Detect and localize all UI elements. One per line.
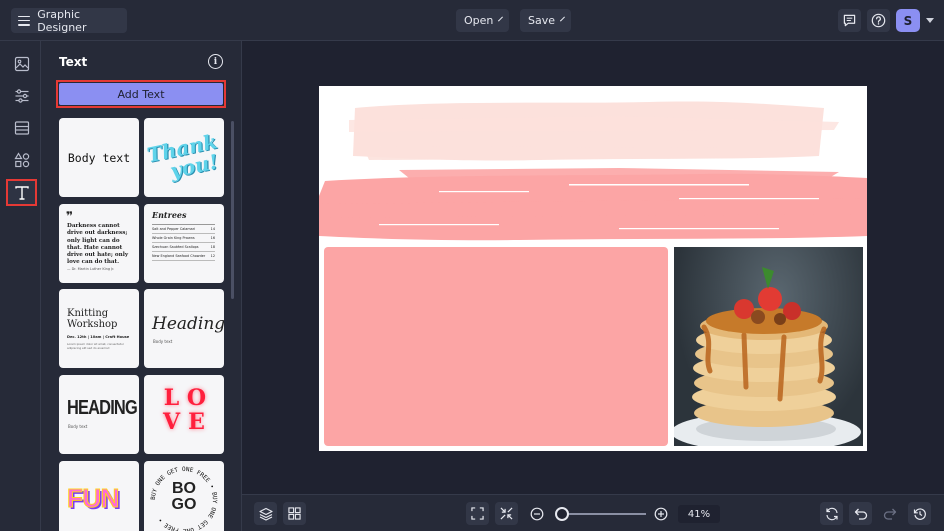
undo-icon bbox=[854, 508, 867, 520]
text-preset-fun[interactable]: FUN bbox=[59, 461, 139, 531]
zoom-level-value[interactable]: 41% bbox=[678, 505, 720, 523]
text-icon bbox=[14, 185, 29, 200]
rail-item-images[interactable] bbox=[6, 50, 37, 77]
refresh-icon bbox=[825, 507, 838, 520]
heading-script-title: Heading bbox=[152, 314, 224, 334]
hamburger-menu-icon bbox=[18, 15, 31, 26]
fun-text: FUN bbox=[67, 483, 120, 514]
love-letter: L bbox=[163, 385, 180, 411]
layout-icon bbox=[14, 120, 29, 135]
menu-row: Salt and Pepper Calamari 14 bbox=[152, 225, 215, 234]
app-title: Graphic Designer bbox=[37, 7, 87, 34]
text-preset-love[interactable]: L O V E bbox=[144, 375, 224, 454]
image-icon bbox=[14, 56, 29, 71]
layers-button[interactable] bbox=[254, 502, 277, 525]
design-canvas[interactable] bbox=[319, 86, 867, 451]
zoom-slider-track[interactable] bbox=[562, 513, 646, 515]
love-letter: E bbox=[188, 409, 205, 435]
quote-author: — Dr. Martin Luther King Jr. bbox=[67, 267, 115, 271]
zoom-out-button[interactable] bbox=[525, 502, 548, 525]
workshop-title-line2: Workshop bbox=[67, 318, 118, 330]
reset-button[interactable] bbox=[820, 502, 843, 525]
love-letter: O bbox=[186, 385, 207, 411]
info-icon[interactable]: i bbox=[208, 54, 223, 69]
menu-rows: Salt and Pepper Calamari 14 Whole Grain K… bbox=[152, 224, 215, 261]
text-preset-thank-you[interactable]: Thank you! bbox=[144, 118, 224, 197]
expand-icon bbox=[471, 507, 484, 520]
redo-button[interactable] bbox=[878, 502, 901, 525]
chevron-down-icon bbox=[560, 16, 565, 22]
pancake-stack-image bbox=[674, 267, 861, 446]
tool-rail bbox=[0, 41, 41, 531]
heading-script-sub: Body text bbox=[153, 339, 173, 344]
app-menu-button[interactable]: Graphic Designer bbox=[11, 7, 127, 34]
panel-scrollbar[interactable] bbox=[231, 121, 234, 299]
heading-bold-title: HEADING bbox=[67, 397, 138, 419]
zoom-in-button[interactable] bbox=[649, 502, 672, 525]
text-preset-workshop[interactable]: Knitting Workshop Dec. 12th | 10am | Cra… bbox=[59, 289, 139, 368]
pink-text-box[interactable] bbox=[324, 247, 668, 446]
text-preset-quote[interactable]: ❞ Darkness cannot drive out darkness; on… bbox=[59, 204, 139, 283]
zoom-slider-thumb[interactable] bbox=[555, 507, 569, 521]
help-icon bbox=[871, 13, 886, 28]
layers-icon bbox=[258, 507, 273, 521]
heading-bold-sub: Body text bbox=[68, 424, 88, 429]
love-letter: V bbox=[162, 409, 181, 435]
text-panel: Text i Add Text Body text Thank you! ❞ D… bbox=[41, 41, 242, 531]
rail-item-graphics[interactable] bbox=[6, 146, 37, 173]
undo-button[interactable] bbox=[849, 502, 872, 525]
history-icon bbox=[913, 507, 926, 520]
bogo-line1: BO bbox=[172, 480, 196, 497]
save-label: Save bbox=[528, 14, 556, 27]
text-preset-heading-script[interactable]: Heading Body text bbox=[144, 289, 224, 368]
text-preset-bogo[interactable]: BUY ONE GET ONE FREE • BUY ONE GET ONE F… bbox=[144, 461, 224, 531]
workshop-details: Dec. 12th | 10am | Craft House bbox=[67, 335, 130, 339]
pancake-photo[interactable] bbox=[674, 247, 863, 446]
pink-brush-stroke bbox=[319, 168, 867, 241]
text-preset-menu[interactable]: Entrees Salt and Pepper Calamari 14 Whole… bbox=[144, 204, 224, 283]
rail-item-layouts[interactable] bbox=[6, 114, 37, 141]
zoom-out-icon bbox=[530, 507, 543, 520]
grid-icon bbox=[288, 507, 301, 520]
add-text-highlight: Add Text bbox=[56, 80, 226, 108]
redo-icon bbox=[883, 508, 896, 520]
menu-row: New England Seafood Chowder 12 bbox=[152, 252, 215, 261]
save-menu-button[interactable]: Save bbox=[520, 9, 571, 32]
help-button[interactable] bbox=[867, 9, 890, 32]
open-menu-button[interactable]: Open bbox=[456, 9, 509, 32]
grid-view-button[interactable] bbox=[283, 502, 306, 525]
zoom-in-icon bbox=[654, 507, 667, 520]
comments-button[interactable] bbox=[838, 9, 861, 32]
text-preset-heading-bold[interactable]: HEADING Body text bbox=[59, 375, 139, 454]
bottom-toolbar: 41% bbox=[242, 494, 944, 531]
fit-to-screen-button[interactable] bbox=[466, 502, 489, 525]
bogo-line2: GO bbox=[171, 496, 197, 513]
history-button[interactable] bbox=[908, 502, 931, 525]
panel-title: Text bbox=[59, 55, 88, 69]
add-text-button[interactable]: Add Text bbox=[59, 83, 223, 105]
menu-title: Entrees bbox=[152, 210, 187, 220]
account-caret-icon[interactable] bbox=[926, 18, 934, 23]
user-avatar[interactable]: S bbox=[896, 9, 920, 32]
preset-body-text: Body text bbox=[67, 150, 131, 165]
open-label: Open bbox=[464, 14, 494, 27]
rail-item-text[interactable] bbox=[6, 179, 37, 206]
menu-row: Szechuan Sautéed Scallops 18 bbox=[152, 243, 215, 252]
quote-mark-icon: ❞ bbox=[66, 209, 74, 223]
shapes-icon bbox=[13, 151, 29, 167]
shrink-view-button[interactable] bbox=[495, 502, 518, 525]
sliders-icon bbox=[15, 88, 28, 103]
workshop-small-text: Lorem ipsum dolor sit amet, consectetur … bbox=[67, 342, 124, 350]
comment-icon bbox=[843, 14, 856, 27]
rail-item-adjust[interactable] bbox=[6, 82, 37, 109]
collapse-icon bbox=[500, 507, 513, 520]
brush-strokes bbox=[319, 101, 867, 241]
quote-text: Darkness cannot drive out darkness; only… bbox=[67, 223, 129, 266]
workshop-title-line1: Knitting bbox=[67, 308, 109, 319]
menu-row: Whole Grain King Prawns 16 bbox=[152, 234, 215, 243]
text-preset-body[interactable]: Body text bbox=[59, 118, 139, 197]
top-bar: Graphic Designer Open Save S bbox=[0, 0, 944, 41]
chevron-down-icon bbox=[498, 16, 504, 22]
light-brush-stroke bbox=[349, 101, 839, 161]
